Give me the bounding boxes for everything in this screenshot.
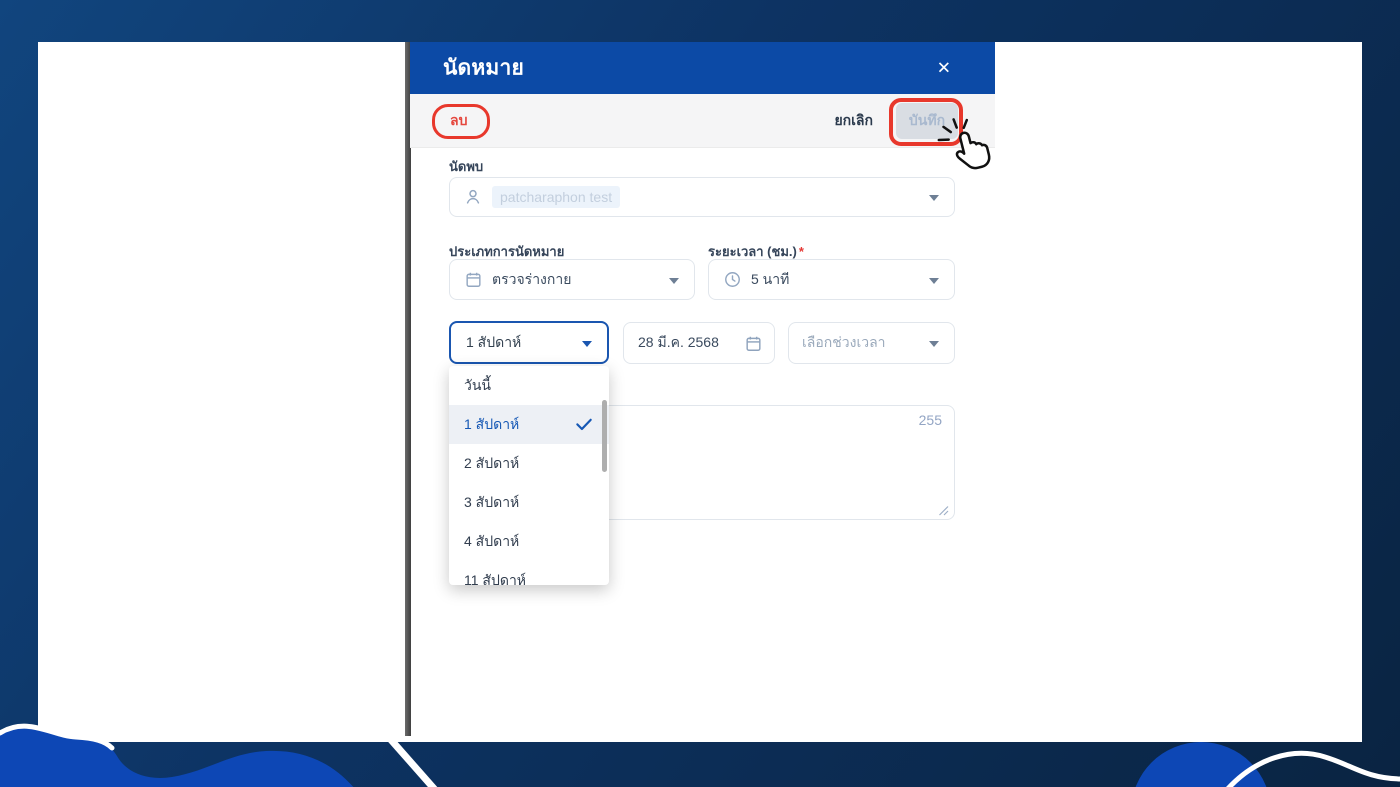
chevron-down-icon [669, 277, 679, 284]
wave-line-right [1226, 750, 1400, 787]
circle-decoration-right [1135, 742, 1267, 787]
dropdown-option-2-weeks[interactable]: 2 สัปดาห์ [449, 444, 609, 483]
chevron-down-icon [929, 341, 939, 347]
cancel-button[interactable]: ยกเลิก [834, 110, 873, 132]
appointment-type-select[interactable]: ตรวจร่างกาย [449, 259, 695, 300]
attendee-select[interactable]: patcharaphon test [449, 177, 955, 217]
chevron-down-icon [929, 195, 939, 201]
appointment-type-value: ตรวจร่างกาย [492, 270, 572, 287]
timerange-select[interactable]: เลือกช่วงเวลา [788, 322, 955, 364]
resize-handle-icon[interactable] [938, 503, 949, 516]
recurrence-select[interactable]: 1 สัปดาห์ [449, 321, 609, 364]
app-background: นัดหมาย ✕ ลบ ยกเลิก บันทึก นัดพบ patchar… [0, 0, 1400, 787]
check-icon [574, 414, 594, 434]
chevron-down-icon [929, 277, 939, 284]
chevron-down-icon [582, 340, 592, 347]
date-value: 28 มี.ค. 2568 [638, 334, 719, 350]
dropdown-option-today[interactable]: วันนี้ [449, 366, 609, 405]
char-counter: 255 [918, 412, 942, 428]
dropdown-option-11-weeks[interactable]: 11 สัปดาห์ [449, 561, 609, 586]
recurrence-value: 1 สัปดาห์ [466, 333, 522, 350]
duration-select[interactable]: 5 นาที [708, 259, 955, 300]
attendee-label: นัดพบ [449, 159, 484, 174]
calendar-icon[interactable] [743, 333, 763, 353]
duration-value: 5 นาที [751, 270, 790, 287]
person-icon [463, 187, 483, 207]
close-icon[interactable]: ✕ [937, 60, 951, 77]
timerange-placeholder: เลือกช่วงเวลา [802, 334, 886, 350]
dropdown-option-1-week[interactable]: 1 สัปดาห์ [449, 405, 609, 444]
recurrence-dropdown: วันนี้ 1 สัปดาห์ 2 สัปดาห์ 3 สัปดาห์ 4 ส… [449, 366, 609, 585]
calendar-icon [463, 270, 483, 290]
modal-header: นัดหมาย ✕ [410, 42, 995, 94]
modal-title: นัดหมาย [443, 56, 524, 80]
modal-toolbar: ลบ ยกเลิก บันทึก [410, 94, 995, 148]
save-button[interactable]: บันทึก [896, 103, 958, 139]
attendee-value: patcharaphon test [492, 186, 621, 208]
dropdown-option-3-weeks[interactable]: 3 สัปดาห์ [449, 483, 609, 522]
delete-button[interactable]: ลบ [450, 110, 467, 132]
clock-icon [722, 270, 742, 290]
dropdown-option-4-weeks[interactable]: 4 สัปดาห์ [449, 522, 609, 561]
date-input[interactable]: 28 มี.ค. 2568 [623, 322, 775, 364]
dropdown-scrollbar[interactable] [602, 400, 607, 472]
required-asterisk: * [798, 244, 804, 259]
